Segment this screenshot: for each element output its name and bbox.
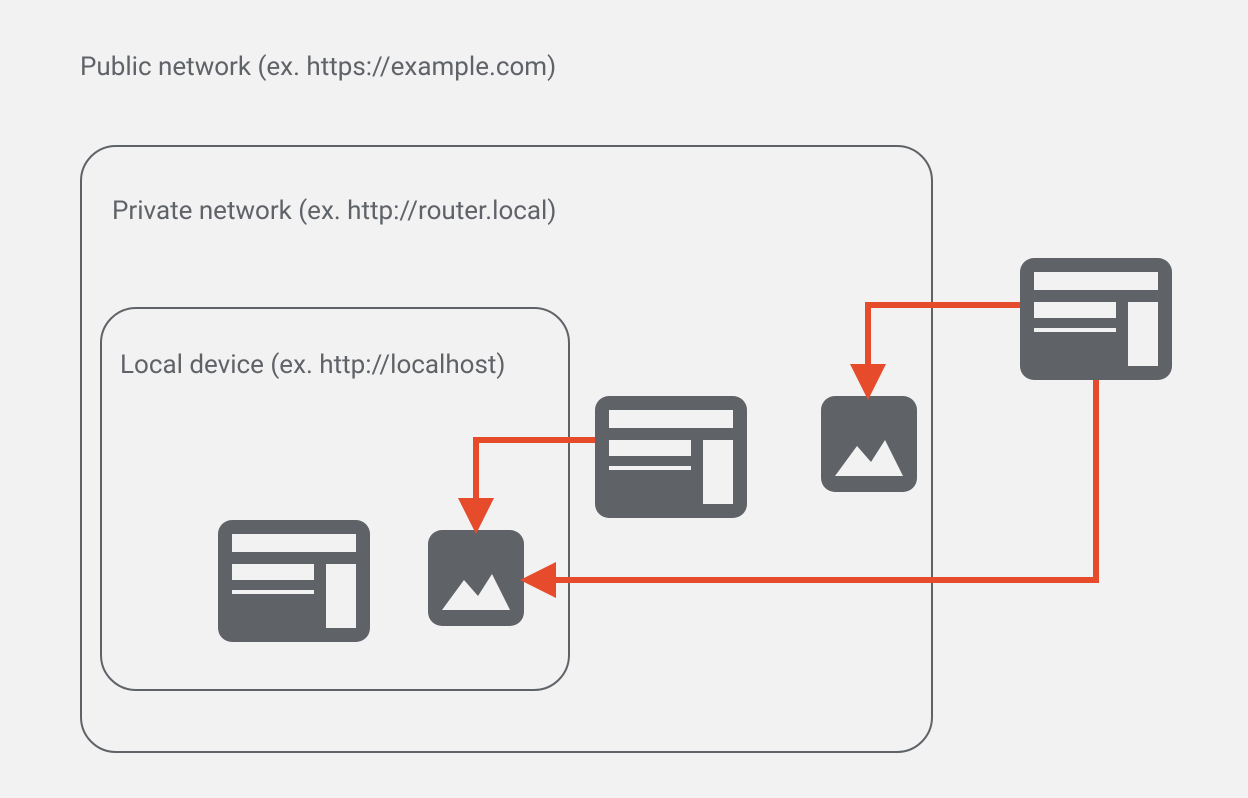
public-network-label: Public network (ex. https://example.com) — [80, 52, 556, 82]
public-browser-icon — [1020, 258, 1172, 380]
local-image-icon — [428, 530, 524, 626]
local-device-label: Local device (ex. http://localhost) — [120, 350, 505, 380]
local-browser-icon — [218, 520, 370, 642]
diagram-stage: Public network (ex. https://example.com)… — [0, 0, 1248, 798]
private-browser-icon — [595, 396, 747, 518]
private-image-icon — [821, 396, 917, 492]
private-network-label: Private network (ex. http://router.local… — [112, 196, 556, 226]
